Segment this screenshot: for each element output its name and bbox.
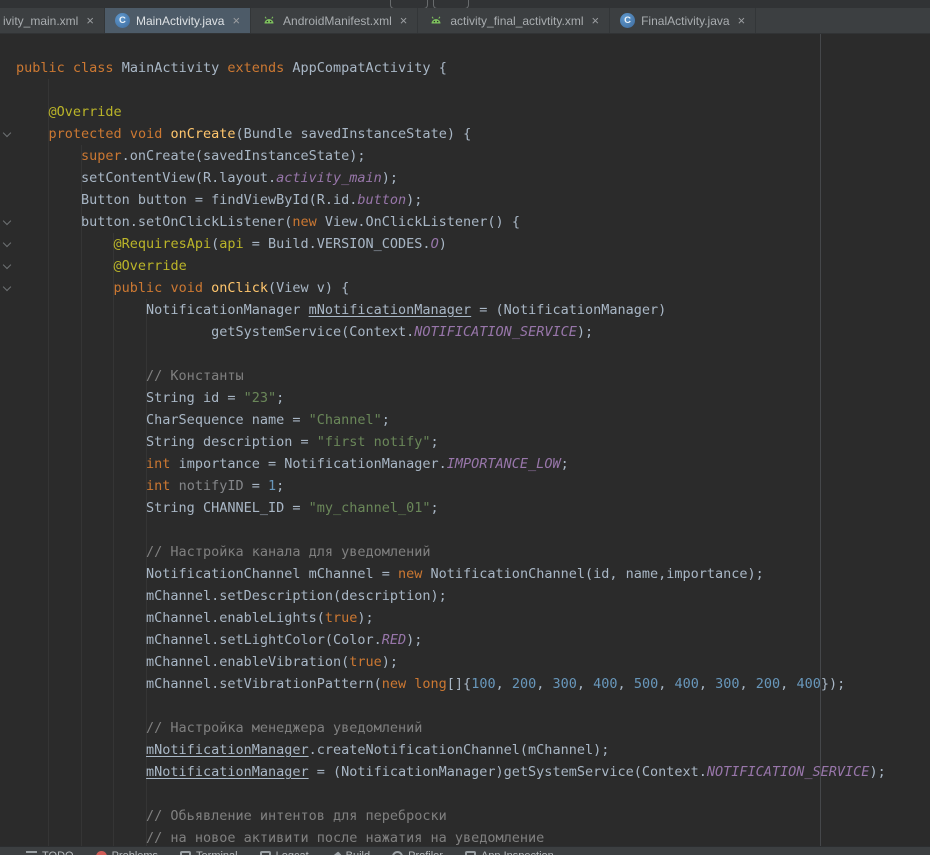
android-icon [261,13,277,29]
toolwindow-label: App Inspection [481,850,554,855]
fold-gutter [0,34,14,855]
android-studio-window: ivity_main.xml×CMainActivity.java×Androi… [0,0,930,855]
android-icon [428,13,444,29]
toolwindow-label: Profiler [408,850,443,855]
main-toolbar-partial [0,0,930,8]
toolwindow-button-build[interactable]: Build [331,850,370,855]
tab-label: activity_final_activtity.xml [450,14,583,28]
code-line: setContentView(R.layout.activity_main); [16,167,930,189]
code-line: mNotificationManager.createNotificationC… [16,739,930,761]
app-inspection-icon [465,851,476,855]
toolwindow-label: TODO [42,850,74,855]
code-line: @RequiresApi(api = Build.VERSION_CODES.O… [16,233,930,255]
fold-chevron-icon[interactable] [3,130,11,138]
code-line: mChannel.enableLights(true); [16,607,930,629]
code-line [16,783,930,805]
editor-tab-androidmanifest-xml[interactable]: AndroidManifest.xml × [251,8,418,33]
code-line: getSystemService(Context.NOTIFICATION_SE… [16,321,930,343]
code-line: public void onClick(View v) { [16,277,930,299]
code-line: // Настройка канала для уведомлений [16,541,930,563]
toolwindow-button-profiler[interactable]: Profiler [392,850,443,855]
editor-tab-activity-final-activtity-xml[interactable]: activity_final_activtity.xml × [418,8,610,33]
code-line: String id = "23"; [16,387,930,409]
code-line: CharSequence name = "Channel"; [16,409,930,431]
code-line: int notifyID = 1; [16,475,930,497]
toolwindow-label: Terminal [196,850,238,855]
editor-tab-mainactivity-java[interactable]: C MainActivity.java × [105,8,251,33]
tab-bar: ivity_main.xml×CMainActivity.java×Androi… [0,8,930,34]
code-line [16,79,930,101]
code-line: button.setOnClickListener(new View.OnCli… [16,211,930,233]
editor[interactable]: public class MainActivity extends AppCom… [0,34,930,855]
code-line: // Константы [16,365,930,387]
code-line: mChannel.setVibrationPattern(new long[]{… [16,673,930,695]
code-line: @Override [16,255,930,277]
code-line: mChannel.enableVibration(true); [16,651,930,673]
tab-label: AndroidManifest.xml [283,14,392,28]
tab-close-icon[interactable]: × [86,14,94,27]
code-line: NotificationManager mNotificationManager… [16,299,930,321]
java-class-icon: C [115,13,130,28]
code-line: NotificationChannel mChannel = new Notif… [16,563,930,585]
code-line: protected void onCreate(Bundle savedInst… [16,123,930,145]
toolwindow-button-app-inspection[interactable]: App Inspection [465,850,554,855]
editor-tab-ivity-main-xml[interactable]: ivity_main.xml × [0,8,105,33]
tab-close-icon[interactable]: × [400,14,408,27]
code-line: Button button = findViewById(R.id.button… [16,189,930,211]
terminal-icon [180,851,191,855]
problems-icon [96,851,107,855]
editor-tab-finalactivity-java[interactable]: C FinalActivity.java × [610,8,756,33]
fold-chevron-icon[interactable] [3,218,11,226]
fold-chevron-icon[interactable] [3,262,11,270]
tool-window-bar: TODO Problems Terminal Logcat Build Profiler A… [0,846,930,855]
toolwindow-label: Logcat [276,850,309,855]
code-line: public class MainActivity extends AppCom… [16,57,930,79]
code-line: int importance = NotificationManager.IMP… [16,453,930,475]
code-line [16,519,930,541]
java-class-icon: C [620,13,635,28]
code-line: mChannel.setLightColor(Color.RED); [16,629,930,651]
code-line: // Обьявление интентов для переброски [16,805,930,827]
code-line: String description = "first notify"; [16,431,930,453]
code-line: String CHANNEL_ID = "my_channel_01"; [16,497,930,519]
profiler-icon [392,851,403,855]
code-line: // Настройка менеджера уведомлений [16,717,930,739]
toolwindow-label: Problems [112,850,158,855]
toolwindow-button-todo[interactable]: TODO [26,850,74,855]
code-area[interactable]: public class MainActivity extends AppCom… [0,34,930,855]
tab-close-icon[interactable]: × [738,14,746,27]
toolwindow-label: Build [346,850,370,855]
tab-label: FinalActivity.java [641,14,729,28]
toolwindow-button-terminal[interactable]: Terminal [180,850,238,855]
tab-close-icon[interactable]: × [592,14,600,27]
code-line: mNotificationManager = (NotificationMana… [16,761,930,783]
logcat-icon [260,851,271,855]
fold-chevron-icon[interactable] [3,284,11,292]
tab-close-icon[interactable]: × [232,14,240,27]
fold-chevron-icon[interactable] [3,240,11,248]
code-line: mChannel.setDescription(description); [16,585,930,607]
code-line: super.onCreate(savedInstanceState); [16,145,930,167]
build-icon [330,851,341,855]
tab-label: MainActivity.java [136,14,224,28]
code-line [16,343,930,365]
code-line: @Override [16,101,930,123]
todo-icon [26,851,37,855]
toolwindow-button-logcat[interactable]: Logcat [260,850,309,855]
toolwindow-button-problems[interactable]: Problems [96,850,158,855]
code-line [16,695,930,717]
tab-label: ivity_main.xml [3,14,78,28]
